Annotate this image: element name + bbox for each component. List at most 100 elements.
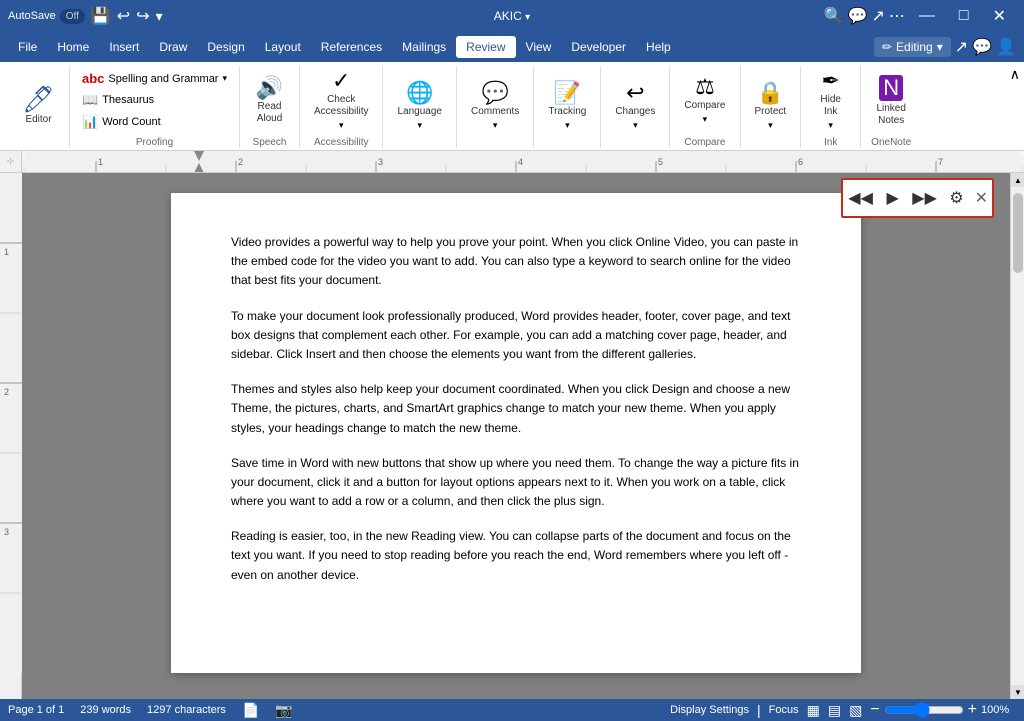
- comment-icon[interactable]: 💬: [848, 6, 868, 26]
- onenote-group-label: OneNote: [871, 137, 911, 148]
- read-aloud-play-button[interactable]: ▶: [879, 184, 907, 212]
- paragraph-1: Video provides a powerful way to help yo…: [231, 233, 801, 291]
- pencil-icon: ✏: [882, 40, 892, 54]
- share-menu-icon[interactable]: ↗: [955, 37, 968, 57]
- scroll-down-button[interactable]: ▼: [1011, 685, 1024, 699]
- display-settings-button[interactable]: Display Settings: [670, 704, 749, 716]
- menu-item-view[interactable]: View: [516, 36, 562, 58]
- hide-ink-icon: ✒: [821, 70, 839, 92]
- autosave-toggle[interactable]: Off: [60, 9, 85, 24]
- save-icon[interactable]: 💾: [91, 6, 111, 26]
- protect-button[interactable]: 🔒 Protect ▾: [749, 78, 793, 135]
- scroll-up-button[interactable]: ▲: [1011, 173, 1024, 187]
- changes-button[interactable]: ↩ Changes ▾: [609, 78, 661, 135]
- more-options-icon[interactable]: ⋯: [889, 6, 905, 26]
- changes-label: Changes: [615, 106, 655, 118]
- character-count-status: 1297 characters: [147, 704, 226, 716]
- focus-button[interactable]: Focus: [769, 704, 799, 716]
- read-aloud-next-button[interactable]: ▶▶: [911, 184, 939, 212]
- title-dropdown-icon[interactable]: ▾: [525, 12, 530, 23]
- zoom-level[interactable]: 100%: [981, 704, 1016, 716]
- ribbon-group-speech: 🔊 ReadAloud Speech: [240, 66, 300, 148]
- thesaurus-button[interactable]: 📖 Thesaurus: [78, 90, 231, 110]
- vertical-ruler-svg: 1 2 3: [0, 173, 22, 673]
- protect-items: 🔒 Protect ▾: [749, 66, 793, 146]
- comments-button[interactable]: 💬 Comments ▾: [465, 78, 525, 135]
- abc-icon: abc: [82, 71, 104, 86]
- layout-icon-1[interactable]: ▦: [807, 702, 820, 719]
- layout-icon-3[interactable]: ▧: [849, 702, 862, 719]
- check-accessibility-button[interactable]: ✓ CheckAccessibility ▾: [308, 66, 374, 135]
- ruler-corner[interactable]: ⊹: [0, 151, 22, 173]
- menu-item-draw[interactable]: Draw: [149, 36, 197, 58]
- zoom-out-button[interactable]: −: [870, 701, 879, 719]
- redo-icon[interactable]: ↪: [136, 6, 149, 26]
- horizontal-ruler: 1 2 3 4 5 6 7: [22, 151, 1024, 173]
- read-aloud-close-button[interactable]: ✕: [975, 188, 988, 208]
- editing-button[interactable]: ✏ Editing ▾: [874, 37, 951, 57]
- close-button[interactable]: ✕: [983, 0, 1016, 32]
- ribbon-group-changes: ↩ Changes ▾: [601, 66, 670, 148]
- document-scroll-area[interactable]: Video provides a powerful way to help yo…: [22, 173, 1010, 699]
- layout-icon-2[interactable]: ▤: [828, 702, 841, 719]
- autosave-text: AutoSave: [8, 10, 56, 22]
- menu-item-file[interactable]: File: [8, 36, 47, 58]
- ribbon-group-editor: 🖊 Editor: [8, 66, 70, 148]
- word-count-button[interactable]: 📊 Word Count: [78, 112, 231, 132]
- menu-item-references[interactable]: References: [311, 36, 392, 58]
- status-bar: Page 1 of 1 239 words 1297 characters 📄 …: [0, 699, 1024, 721]
- minimize-button[interactable]: —: [909, 0, 945, 32]
- editing-label: Editing: [896, 40, 933, 54]
- undo-icon[interactable]: ↩: [117, 6, 130, 26]
- word-count-status[interactable]: 239 words: [80, 704, 131, 716]
- title-bar-left: AutoSave Off 💾 ↩ ↪ ▾: [8, 6, 344, 26]
- onenote-items: N LinkedNotes: [870, 66, 911, 135]
- menu-item-home[interactable]: Home: [47, 36, 99, 58]
- zoom-controls: − + 100%: [870, 701, 1016, 719]
- document-page: Video provides a powerful way to help yo…: [171, 193, 861, 673]
- read-aloud-settings-button[interactable]: ⚙: [943, 184, 971, 212]
- menu-item-review[interactable]: Review: [456, 36, 515, 58]
- menu-item-design[interactable]: Design: [197, 36, 254, 58]
- editor-button[interactable]: 🖊 Editor: [16, 82, 61, 130]
- accessibility-items: ✓ CheckAccessibility ▾: [308, 66, 374, 135]
- comments-dropdown-icon: ▾: [493, 120, 498, 131]
- zoom-in-button[interactable]: +: [968, 701, 977, 719]
- language-button[interactable]: 🌐 Language ▾: [391, 78, 448, 135]
- more-icon[interactable]: ▾: [156, 8, 163, 25]
- search-icon[interactable]: 🔍: [824, 6, 844, 26]
- tracking-button[interactable]: 📝 Tracking ▾: [542, 78, 592, 135]
- read-aloud-label: ReadAloud: [257, 101, 283, 125]
- autosave-label: AutoSave Off: [8, 9, 85, 24]
- menu-item-insert[interactable]: Insert: [99, 36, 149, 58]
- share-icon[interactable]: ↗: [872, 6, 885, 26]
- vertical-scrollbar[interactable]: ▲ ▼: [1010, 173, 1024, 699]
- maximize-button[interactable]: □: [949, 0, 979, 32]
- menu-item-help[interactable]: Help: [636, 36, 681, 58]
- accessibility-dropdown-icon: ▾: [339, 120, 344, 131]
- paragraph-5: Reading is easier, too, in the new Readi…: [231, 527, 801, 585]
- comments-menu-icon[interactable]: 💬: [972, 37, 992, 57]
- menu-item-mailings[interactable]: Mailings: [392, 36, 456, 58]
- changes-items: ↩ Changes ▾: [609, 66, 661, 146]
- hide-ink-button[interactable]: ✒ HideInk ▾: [811, 66, 851, 135]
- spelling-grammar-button[interactable]: abc Spelling and Grammar ▾: [78, 69, 231, 88]
- user-icon[interactable]: 👤: [996, 37, 1016, 57]
- read-aloud-bar: ◀◀ ▶ ▶▶ ⚙ ✕: [841, 178, 994, 218]
- menu-right: ✏ Editing ▾ ↗ 💬 👤: [874, 37, 1016, 57]
- menu-item-developer[interactable]: Developer: [561, 36, 636, 58]
- compare-button[interactable]: ⚖ Compare ▾: [678, 72, 731, 129]
- paragraph-4: Save time in Word with new buttons that …: [231, 454, 801, 512]
- tracking-label: Tracking: [548, 106, 586, 118]
- paragraph-3: Themes and styles also help keep your do…: [231, 380, 801, 438]
- svg-text:7: 7: [938, 157, 943, 167]
- compare-items: ⚖ Compare ▾: [678, 66, 731, 135]
- scrollbar-thumb[interactable]: [1013, 193, 1023, 273]
- zoom-slider[interactable]: [884, 702, 964, 718]
- linked-notes-button[interactable]: N LinkedNotes: [870, 71, 911, 131]
- menu-item-layout[interactable]: Layout: [255, 36, 311, 58]
- read-aloud-prev-button[interactable]: ◀◀: [847, 184, 875, 212]
- ribbon-collapse-button[interactable]: ∧: [1010, 66, 1020, 83]
- read-aloud-button[interactable]: 🔊 ReadAloud: [250, 73, 290, 129]
- ribbon-group-ink: ✒ HideInk ▾ Ink: [801, 66, 861, 148]
